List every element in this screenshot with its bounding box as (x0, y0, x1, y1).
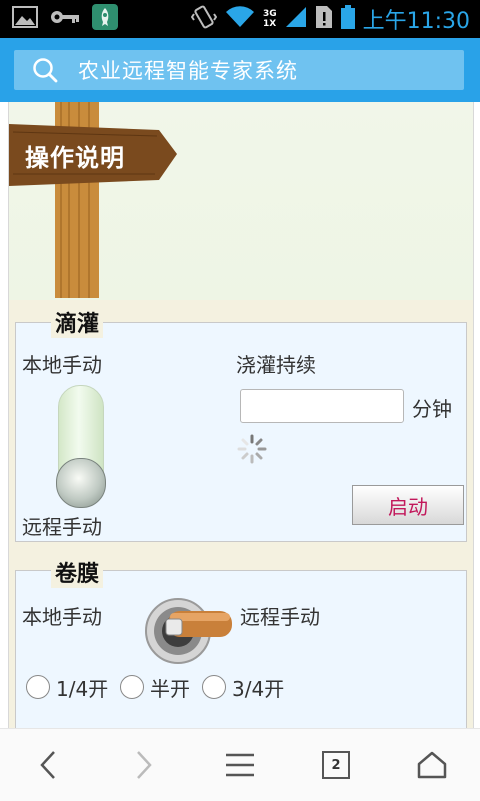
home-icon (417, 751, 447, 779)
tabs-icon: 2 (322, 751, 350, 779)
drip-local-label: 本地手动 (22, 353, 102, 377)
instructions-banner[interactable]: 操作说明 (9, 102, 473, 300)
drip-switch-knob[interactable] (56, 458, 106, 508)
battery-icon (340, 5, 355, 33)
drip-minute-unit: 分钟 (412, 397, 452, 421)
gallery-icon (12, 6, 38, 32)
drip-mode-switch[interactable] (56, 385, 106, 508)
tab-count: 2 (331, 757, 341, 773)
sim-alert-icon (315, 5, 333, 33)
drip-irrigation-panel: 本地手动 远程手动 浇灌持续 分钟 启动 滴灌 (9, 300, 473, 548)
page-title: 农业远程智能专家系统 (78, 59, 298, 83)
film-rolling-panel: 本地手动 远程手动 1/4开 半开 3/4开 卷膜 (9, 548, 473, 728)
drip-start-button[interactable]: 启动 (352, 485, 464, 525)
back-button[interactable] (0, 729, 96, 801)
home-button[interactable] (384, 729, 480, 801)
menu-button[interactable] (192, 729, 288, 801)
page-content: 操作说明 本地手动 远程手动 浇灌持续 分钟 启动 滴灌 本地手动 远程手动 1… (8, 102, 474, 728)
clock-time: 上午11:30 (362, 9, 470, 34)
network-1x-label: 1X (262, 19, 277, 29)
film-fieldset: 本地手动 远程手动 1/4开 半开 3/4开 (15, 570, 467, 728)
film-option-three-quarter-label: 3/4开 (232, 677, 285, 701)
tabs-button[interactable]: 2 (288, 729, 384, 801)
drip-remote-label: 远程手动 (22, 515, 102, 539)
status-bar: 3G 1X 上午11:30 (0, 0, 480, 38)
radio-half[interactable] (120, 675, 144, 699)
network-3g-label: 3G (262, 9, 277, 19)
drip-duration-input[interactable] (240, 389, 404, 423)
vibrate-icon (190, 4, 218, 34)
network-type-label: 3G 1X (263, 9, 277, 29)
chevron-left-icon (40, 751, 55, 779)
film-legend: 卷膜 (51, 556, 104, 588)
search-icon (32, 57, 58, 83)
rocket-app-icon (92, 4, 118, 34)
film-remote-label: 远程手动 (240, 605, 320, 629)
instructions-sign-text: 操作说明 (25, 144, 125, 172)
signpost-image (9, 102, 177, 298)
film-option-half-label: 半开 (150, 677, 190, 701)
radio-quarter[interactable] (26, 675, 50, 699)
drip-fieldset: 本地手动 远程手动 浇灌持续 分钟 启动 (15, 322, 467, 542)
chevron-right-icon (137, 751, 152, 779)
loading-spinner-icon (236, 433, 268, 469)
search-box[interactable]: 农业远程智能专家系统 (14, 50, 464, 90)
signal-icon (285, 6, 307, 32)
wifi-icon (225, 5, 255, 33)
film-local-label: 本地手动 (22, 605, 102, 629)
radio-three-quarter[interactable] (202, 675, 226, 699)
film-option-quarter-label: 1/4开 (56, 677, 109, 701)
menu-icon (226, 753, 254, 777)
film-toggle-switch[interactable] (140, 589, 240, 669)
key-icon (50, 9, 80, 29)
drip-duration-label: 浇灌持续 (236, 353, 316, 377)
forward-button[interactable] (96, 729, 192, 801)
browser-bottom-nav: 2 (0, 728, 480, 801)
drip-legend: 滴灌 (51, 306, 104, 338)
browser-top-bar: 农业远程智能专家系统 (0, 38, 480, 102)
